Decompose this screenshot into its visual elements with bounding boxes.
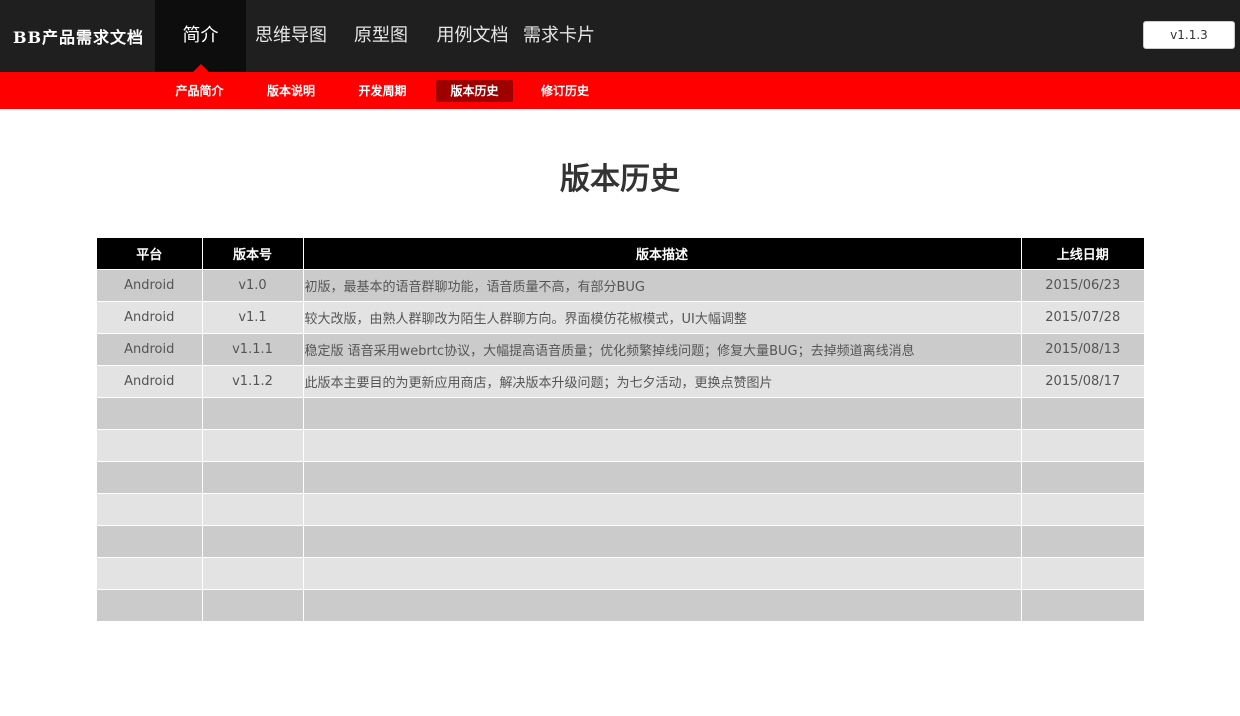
table-row — [97, 588, 1144, 621]
platform-cell — [97, 524, 203, 557]
column-header-description: 版本描述 — [303, 238, 1022, 269]
subnav-item-2[interactable]: 开发周期 — [345, 80, 420, 102]
release-date-cell — [1021, 524, 1144, 557]
column-header-platform: 平台 — [97, 238, 203, 269]
platform-cell — [97, 492, 203, 525]
release-date-cell: 2015/08/17 — [1021, 364, 1144, 397]
release-date-cell — [1021, 428, 1144, 461]
platform-cell — [97, 556, 203, 589]
platform-cell: Android — [97, 268, 203, 301]
nav-item-0[interactable]: 简介 — [155, 0, 246, 72]
version-cell — [202, 556, 304, 589]
release-date-cell — [1021, 556, 1144, 589]
version-cell: v1.0 — [202, 268, 304, 301]
table-row — [97, 460, 1144, 493]
description-cell: 此版本主要目的为更新应用商店，解决版本升级问题；为七夕活动，更换点赞图片 — [303, 364, 1022, 397]
version-cell — [202, 524, 304, 557]
version-history-table: 平台 版本号 版本描述 上线日期 Android v1.0 初版，最基本的语音群聊功… — [97, 238, 1144, 621]
version-cell — [202, 588, 304, 621]
version-cell: v1.1 — [202, 300, 304, 333]
release-date-cell — [1021, 396, 1144, 429]
release-date-cell: 2015/07/28 — [1021, 300, 1144, 333]
description-cell — [303, 524, 1022, 557]
version-button[interactable]: v1.1.3 — [1143, 21, 1235, 49]
release-date-cell: 2015/06/23 — [1021, 268, 1144, 301]
subnav-item-3[interactable]: 版本历史 — [436, 80, 513, 102]
version-cell: v1.1.1 — [202, 332, 304, 365]
description-cell — [303, 428, 1022, 461]
subnav-item-4[interactable]: 修订历史 — [528, 80, 602, 102]
nav-item-2[interactable]: 原型图 — [336, 0, 426, 72]
description-cell: 较大改版，由熟人群聊改为陌生人群聊方向。界面模仿花椒模式，UI大幅调整 — [303, 300, 1022, 333]
page-title: 版本历史 — [560, 162, 680, 197]
nav-item-4[interactable]: 需求卡片 — [519, 0, 599, 72]
version-cell — [202, 428, 304, 461]
column-header-release-date: 上线日期 — [1021, 238, 1144, 269]
table-row — [97, 428, 1144, 461]
release-date-cell — [1021, 588, 1144, 621]
version-cell — [202, 492, 304, 525]
version-cell — [202, 460, 304, 493]
platform-cell — [97, 428, 203, 461]
main-nav: 简介 思维导图 原型图 用例文档 需求卡片 — [155, 0, 599, 72]
table-row — [97, 492, 1144, 525]
table-row — [97, 396, 1144, 429]
table-header-row: 平台 版本号 版本描述 上线日期 — [97, 238, 1144, 269]
platform-cell — [97, 588, 203, 621]
subnav-item-1[interactable]: 版本说明 — [254, 80, 328, 102]
column-header-version: 版本号 — [202, 238, 304, 269]
brand-logo[interactable]: BB产品需求文档 — [13, 24, 144, 48]
nav-item-3[interactable]: 用例文档 — [426, 0, 519, 72]
table-row — [97, 524, 1144, 557]
table-row: Android v1.0 初版，最基本的语音群聊功能，语音质量不高，有部分BUG 20… — [97, 268, 1144, 301]
platform-cell: Android — [97, 300, 203, 333]
table-row — [97, 556, 1144, 589]
release-date-cell — [1021, 492, 1144, 525]
platform-cell — [97, 396, 203, 429]
platform-cell: Android — [97, 364, 203, 397]
version-cell: v1.1.2 — [202, 364, 304, 397]
version-cell — [202, 396, 304, 429]
table-row: Android v1.1.1 稳定版 语音采用webrtc协议，大幅提高语音质量；优… — [97, 332, 1144, 365]
description-cell — [303, 588, 1022, 621]
subnav-item-0[interactable]: 产品简介 — [163, 80, 236, 102]
release-date-cell: 2015/08/13 — [1021, 332, 1144, 365]
description-cell — [303, 396, 1022, 429]
table-row: Android v1.1 较大改版，由熟人群聊改为陌生人群聊方向。界面模仿花椒模式，… — [97, 300, 1144, 333]
table-body: Android v1.0 初版，最基本的语音群聊功能，语音质量不高，有部分BUG 20… — [97, 268, 1144, 621]
sub-navbar: 产品简介 版本说明 开发周期 版本历史 修订历史 — [0, 72, 1240, 109]
description-cell — [303, 556, 1022, 589]
table-row: Android v1.1.2 此版本主要目的为更新应用商店，解决版本升级问题；为七夕… — [97, 364, 1144, 397]
description-cell — [303, 460, 1022, 493]
platform-cell — [97, 460, 203, 493]
nav-item-1[interactable]: 思维导图 — [246, 0, 336, 72]
description-cell: 稳定版 语音采用webrtc协议，大幅提高语音质量；优化频繁掉线问题；修复大量B… — [303, 332, 1022, 365]
description-cell: 初版，最基本的语音群聊功能，语音质量不高，有部分BUG — [303, 268, 1022, 301]
release-date-cell — [1021, 460, 1144, 493]
description-cell — [303, 492, 1022, 525]
top-navbar: BB产品需求文档 简介 思维导图 原型图 用例文档 需求卡片 v1.1.3 — [0, 0, 1240, 72]
platform-cell: Android — [97, 332, 203, 365]
